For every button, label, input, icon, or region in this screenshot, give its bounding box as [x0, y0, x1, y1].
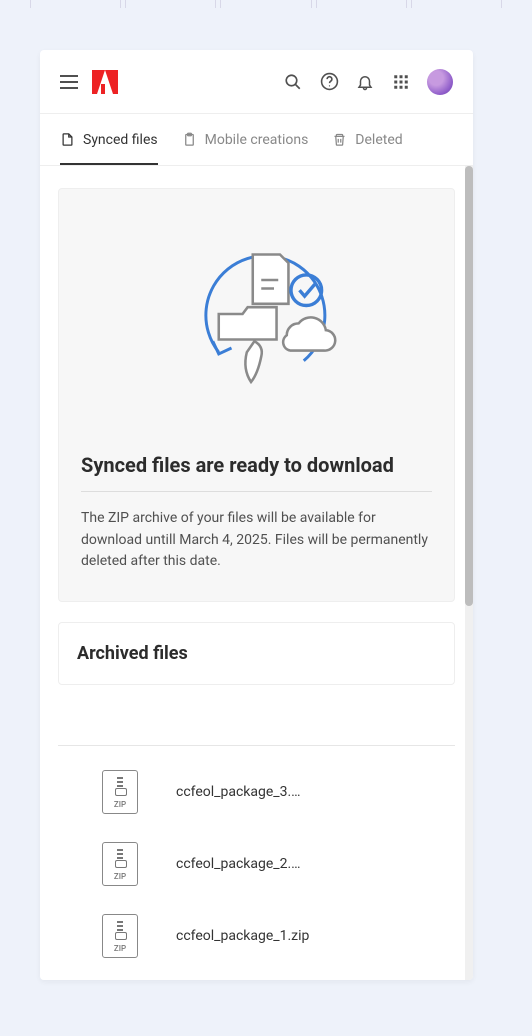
tab-label: Deleted [355, 132, 402, 148]
file-name: ccfeol_package_1.zip [176, 928, 309, 944]
clipboard-icon [182, 132, 197, 147]
search-icon[interactable] [275, 64, 311, 100]
trash-icon [332, 132, 347, 147]
tab-deleted[interactable]: Deleted [332, 114, 402, 165]
zip-file-icon: ZIP [102, 770, 138, 814]
avatar[interactable] [427, 69, 453, 95]
download-info-card: Synced files are ready to download The Z… [58, 188, 455, 602]
tab-label: Synced files [83, 132, 158, 148]
info-card-title: Synced files are ready to download [81, 453, 432, 477]
adobe-logo[interactable] [92, 70, 118, 94]
help-icon[interactable] [311, 64, 347, 100]
file-name: ccfeol_package_3.… [176, 784, 301, 800]
apps-icon[interactable] [383, 64, 419, 100]
file-list: ZIP ccfeol_package_3.… ZIP ccfeol_package_2… [58, 756, 455, 972]
tab-label: Mobile creations [205, 132, 309, 148]
menu-icon[interactable] [60, 75, 78, 89]
archived-files-title: Archived files [77, 643, 436, 664]
scrollbar-thumb[interactable] [465, 166, 473, 606]
tabs: Synced files Mobile creations Deleted [40, 114, 473, 166]
zip-file-icon: ZIP [102, 914, 138, 958]
archived-files-header: Archived files [58, 622, 455, 685]
file-row[interactable]: ZIP ccfeol_package_3.… [58, 756, 455, 828]
file-row[interactable]: ZIP ccfeol_package_2.… [58, 828, 455, 900]
content-area: Synced files are ready to download The Z… [40, 166, 473, 980]
file-row[interactable]: ZIP ccfeol_package_1.zip [58, 900, 455, 972]
app-window: Synced files Mobile creations Deleted [40, 50, 473, 980]
zip-file-icon: ZIP [102, 842, 138, 886]
tab-mobile-creations[interactable]: Mobile creations [182, 114, 309, 165]
file-icon [60, 132, 75, 147]
bell-icon[interactable] [347, 64, 383, 100]
topbar [40, 50, 473, 114]
file-name: ccfeol_package_2.… [176, 856, 301, 872]
sync-illustration [59, 189, 454, 429]
tab-synced-files[interactable]: Synced files [60, 114, 158, 165]
info-card-body: The ZIP archive of your files will be av… [81, 508, 432, 573]
